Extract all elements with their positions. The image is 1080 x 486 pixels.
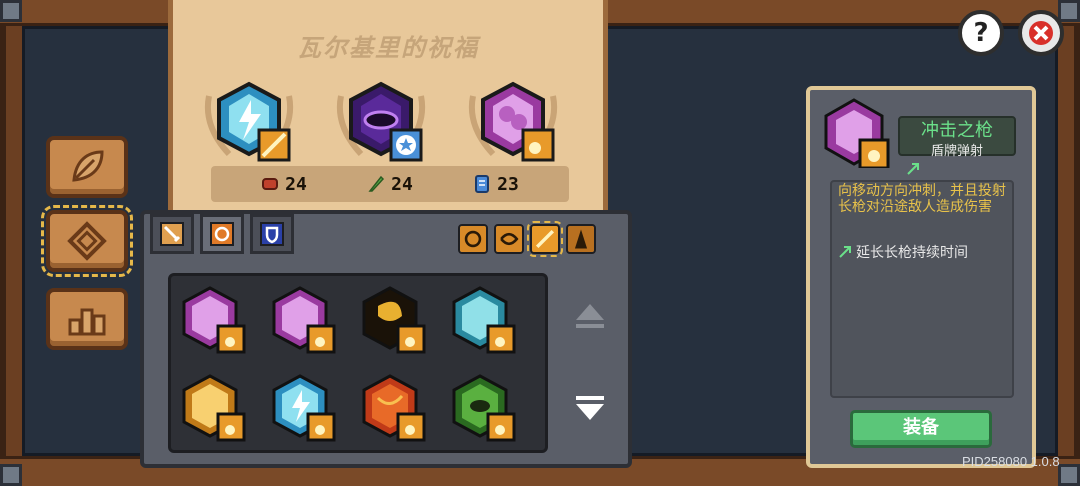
nav-podium-button[interactable] (46, 288, 128, 350)
frame-corner (0, 0, 22, 22)
void-relic-icon[interactable] (331, 76, 431, 166)
spear-relic-icon[interactable] (463, 76, 563, 166)
tab-skill[interactable] (200, 214, 244, 254)
sword-icon (160, 222, 184, 246)
blessing-stats: 24 24 23 (211, 166, 569, 202)
skill-upgrade: 延长长枪持续时间 (838, 242, 1014, 262)
gold-swirl-skill-icon[interactable] (360, 286, 426, 356)
spin-skill-icon[interactable] (494, 224, 524, 254)
slash-skill-icon[interactable] (458, 224, 488, 254)
blessing-title: 瓦尔基里的祝福 (297, 34, 479, 62)
version-label: PID258080 1.0.8 (962, 454, 1060, 469)
selected-spear-skill-icon[interactable] (270, 286, 336, 356)
nav-diamond-button[interactable] (41, 205, 133, 277)
stat-agility-value: 24 (391, 173, 413, 195)
shield-icon (260, 222, 284, 246)
sub-skill-filters (458, 221, 596, 257)
equip-button[interactable]: 装备 (850, 410, 992, 448)
help-button[interactable]: ? (958, 10, 1004, 56)
frame-corner (1058, 0, 1080, 22)
podium-icon (68, 308, 106, 336)
tower-skill-icon[interactable] (566, 224, 596, 254)
golden-crown-skill-icon[interactable] (180, 374, 246, 444)
cyan-shield-skill-icon[interactable] (450, 286, 516, 356)
poison-skill-icon[interactable] (450, 374, 516, 444)
frame-corner (1058, 464, 1080, 486)
tab-sword[interactable] (150, 214, 194, 254)
stat-strength: 24 (261, 174, 307, 195)
stat-intelligence-value: 23 (497, 173, 519, 195)
stat-agility: 24 (367, 174, 413, 195)
skill-list-scroll[interactable] (566, 296, 614, 426)
stat-strength-value: 24 (285, 173, 307, 195)
fist-icon (262, 178, 279, 190)
skill-description: 向移动方向冲刺，并且投射长枪对沿途敌人造成伤害 (838, 183, 1006, 215)
feather-icon (368, 175, 385, 192)
dash-skill-icon[interactable] (527, 221, 563, 257)
close-button[interactable] (1018, 10, 1064, 56)
close-icon (1029, 21, 1053, 45)
upgrade-arrow-icon (907, 163, 919, 175)
fire-skill-icon (210, 222, 234, 246)
stat-intelligence: 23 (473, 174, 519, 195)
nav-leaf-button[interactable] (46, 136, 128, 198)
detail-skill-name: 冲击之枪 (921, 120, 993, 141)
help-icon: ? (973, 18, 989, 48)
leaf-icon (72, 150, 104, 182)
pink-spear-skill-icon[interactable] (180, 286, 246, 356)
skill-upgrade-text: 延长长枪持续时间 (856, 245, 968, 261)
tab-shield[interactable] (250, 214, 294, 254)
lightning-skill-icon[interactable] (270, 374, 336, 444)
diamond-icon (67, 221, 107, 261)
detail-skill-subtitle: 盾牌弹射 (930, 144, 983, 159)
frame-corner (0, 464, 22, 486)
upgrade-arrow-icon (839, 246, 851, 258)
lava-skill-icon[interactable] (360, 374, 426, 444)
book-icon (475, 175, 490, 193)
lightning-relic-icon[interactable] (199, 76, 299, 166)
detail-skill-icon (824, 98, 890, 168)
